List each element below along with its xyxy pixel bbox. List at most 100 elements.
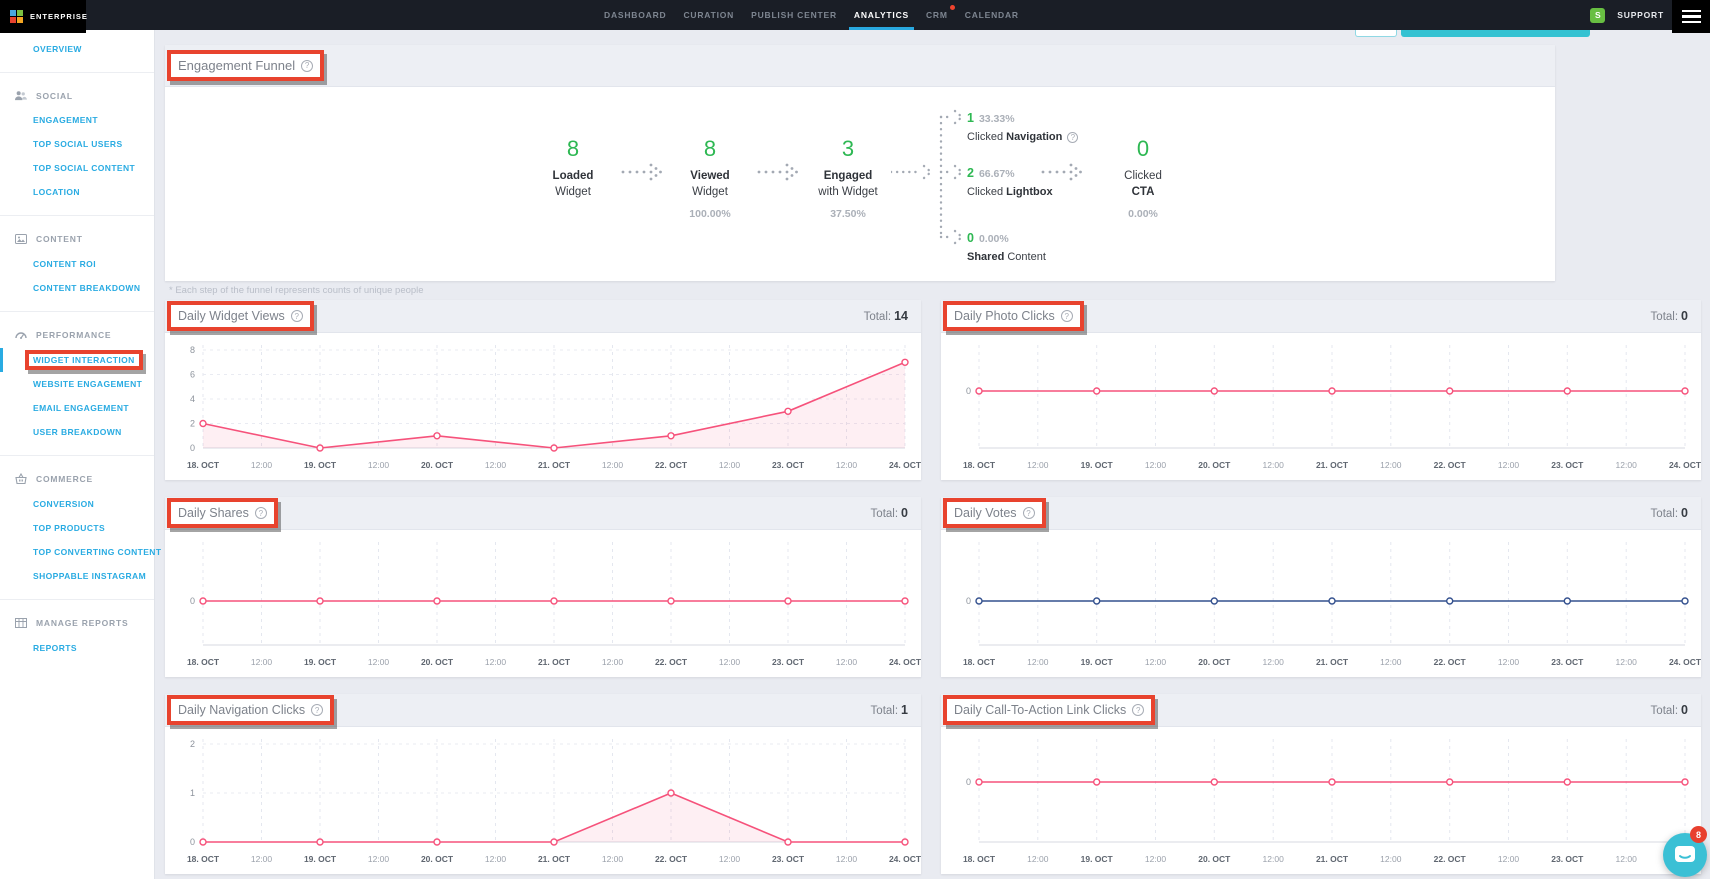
chart-card-daily-cta-link-clicks: Daily Call-To-Action Link ClicksTotal:00…	[941, 694, 1701, 874]
svg-text:12:00: 12:00	[719, 460, 741, 470]
sidebar-item-top-converting-content[interactable]: TOP CONVERTING CONTENT	[0, 540, 154, 564]
sidebar-item-email-engagement[interactable]: EMAIL ENGAGEMENT	[0, 396, 154, 420]
sidebar-item-label: TOP CONVERTING CONTENT	[33, 547, 161, 557]
avatar[interactable]: S	[1590, 8, 1605, 23]
svg-text:21. OCT: 21. OCT	[1316, 657, 1349, 667]
svg-text:12:00: 12:00	[251, 657, 273, 667]
chart-title: Daily Widget Views	[178, 309, 285, 323]
help-icon[interactable]	[1061, 310, 1073, 322]
sidebar-item-top-social-content[interactable]: TOP SOCIAL CONTENT	[0, 156, 154, 180]
chart-title: Daily Shares	[178, 506, 249, 520]
svg-text:23. OCT: 23. OCT	[772, 854, 805, 864]
chart-total-label: Total:	[871, 508, 899, 520]
sidebar-item-content-breakdown[interactable]: CONTENT BREAKDOWN	[0, 276, 154, 300]
sidebar-header-manage-reports: MANAGE REPORTS	[0, 607, 154, 636]
svg-text:24. OCT: 24. OCT	[889, 657, 921, 667]
label-text: ENGAGEMENT	[33, 115, 98, 125]
svg-text:22. OCT: 22. OCT	[1434, 854, 1467, 864]
svg-text:12:00: 12:00	[1263, 854, 1285, 864]
sidebar-item-label: SHOPPABLE INSTAGRAM	[33, 571, 146, 581]
header-primary-button[interactable]	[1401, 30, 1590, 37]
sidebar-item-label: USER BREAKDOWN	[33, 427, 122, 437]
reports-icon	[14, 617, 27, 629]
help-icon[interactable]	[1067, 132, 1078, 143]
svg-text:12:00: 12:00	[251, 854, 273, 864]
svg-text:18. OCT: 18. OCT	[963, 854, 996, 864]
svg-text:0: 0	[190, 443, 195, 453]
svg-text:0: 0	[190, 596, 195, 606]
help-icon[interactable]	[311, 704, 323, 716]
notification-badge[interactable]: 8	[1690, 826, 1707, 843]
sidebar-item-content-roi[interactable]: CONTENT ROI	[0, 252, 154, 276]
funnel-step-value: 0	[1078, 137, 1208, 161]
sidebar-item-label: TOP SOCIAL CONTENT	[33, 163, 135, 173]
nav-item-publish-center[interactable]: PUBLISH CENTER	[751, 0, 837, 30]
chart-body: 8642018. OCT12:0019. OCT12:0020. OCT12:0…	[165, 333, 921, 480]
chart-total-value: 0	[1681, 506, 1688, 520]
help-icon[interactable]	[291, 310, 303, 322]
svg-text:6: 6	[190, 370, 195, 380]
sidebar-item-reports[interactable]: REPORTS	[0, 636, 154, 660]
svg-text:20. OCT: 20. OCT	[1198, 854, 1231, 864]
nav-item-analytics[interactable]: ANALYTICS	[854, 0, 909, 30]
sidebar-item-widget-interaction[interactable]: WIDGET INTERACTION	[0, 348, 154, 372]
svg-text:19. OCT: 19. OCT	[304, 657, 337, 667]
svg-text:12:00: 12:00	[1498, 460, 1520, 470]
sidebar-section-content: CONTENTCONTENT ROICONTENT BREAKDOWN	[0, 215, 154, 311]
hamburger-menu-icon[interactable]	[1672, 0, 1710, 33]
label-text: TOP SOCIAL USERS	[33, 139, 123, 149]
svg-text:12:00: 12:00	[602, 854, 624, 864]
sidebar-item-user-breakdown[interactable]: USER BREAKDOWN	[0, 420, 154, 444]
svg-text:24. OCT: 24. OCT	[1669, 657, 1701, 667]
chart-total-label: Total:	[871, 705, 899, 717]
help-icon[interactable]	[1132, 704, 1144, 716]
chart-title-annotation: Daily Widget Views	[178, 309, 303, 323]
header-outline-button[interactable]	[1355, 30, 1397, 37]
sidebar-item-overview[interactable]: OVERVIEW	[0, 37, 154, 61]
svg-text:0: 0	[966, 386, 971, 396]
sidebar-item-label: CONVERSION	[33, 499, 94, 509]
svg-text:12:00: 12:00	[1145, 657, 1167, 667]
label-text: OVERVIEW	[33, 44, 82, 54]
chart-total-label: Total:	[1651, 311, 1679, 323]
funnel-branch-percent: 33.33%	[979, 113, 1015, 125]
funnel-step-clicked-cta: 0ClickedCTA0.00%	[1078, 137, 1208, 220]
sidebar-item-location[interactable]: LOCATION	[0, 180, 154, 204]
label-text: TOP PRODUCTS	[33, 523, 105, 533]
svg-text:22. OCT: 22. OCT	[655, 460, 688, 470]
svg-text:22. OCT: 22. OCT	[1434, 657, 1467, 667]
sidebar-item-top-social-users[interactable]: TOP SOCIAL USERS	[0, 132, 154, 156]
svg-text:19. OCT: 19. OCT	[1081, 657, 1114, 667]
sidebar-item-website-engagement[interactable]: WEBSITE ENGAGEMENT	[0, 372, 154, 396]
brand-block[interactable]: ENTERPRISE	[0, 0, 86, 33]
chart-plot: 018. OCT12:0019. OCT12:0020. OCT12:0021.…	[165, 530, 921, 677]
sidebar-item-conversion[interactable]: CONVERSION	[0, 492, 154, 516]
nav-item-dashboard[interactable]: DASHBOARD	[604, 0, 666, 30]
funnel-branch-shared-content: 00.00%Shared Content	[967, 229, 1046, 263]
chart-body: 018. OCT12:0019. OCT12:0020. OCT12:0021.…	[941, 333, 1701, 480]
svg-text:20. OCT: 20. OCT	[1198, 460, 1231, 470]
svg-text:12:00: 12:00	[1380, 854, 1402, 864]
sidebar-item-top-products[interactable]: TOP PRODUCTS	[0, 516, 154, 540]
label-text: Clicked Navigation	[967, 131, 1062, 143]
svg-text:12:00: 12:00	[1380, 657, 1402, 667]
label-text: Clicked Lightbox	[967, 186, 1053, 198]
label-text: USER BREAKDOWN	[33, 427, 122, 437]
nav-item-curation[interactable]: CURATION	[683, 0, 734, 30]
chart-total-value: 0	[1681, 703, 1688, 717]
sidebar-item-shoppable-instagram[interactable]: SHOPPABLE INSTAGRAM	[0, 564, 154, 588]
funnel-branch-label: Shared Content	[967, 251, 1046, 263]
svg-text:24. OCT: 24. OCT	[1669, 460, 1701, 470]
help-icon[interactable]	[301, 60, 313, 72]
chart-card-daily-shares: Daily SharesTotal:0018. OCT12:0019. OCT1…	[165, 497, 921, 677]
nav-item-crm[interactable]: CRM	[926, 0, 948, 30]
support-link[interactable]: SUPPORT	[1617, 10, 1664, 20]
sidebar-item-engagement[interactable]: ENGAGEMENT	[0, 108, 154, 132]
nav-item-calendar[interactable]: CALENDAR	[965, 0, 1019, 30]
funnel-branch-connector-icon	[891, 87, 973, 257]
help-icon[interactable]	[1023, 507, 1035, 519]
svg-text:8: 8	[190, 345, 195, 355]
help-icon[interactable]	[255, 507, 267, 519]
chart-title-annotation: Daily Photo Clicks	[954, 309, 1073, 323]
chart-plot: 018. OCT12:0019. OCT12:0020. OCT12:0021.…	[941, 727, 1701, 874]
